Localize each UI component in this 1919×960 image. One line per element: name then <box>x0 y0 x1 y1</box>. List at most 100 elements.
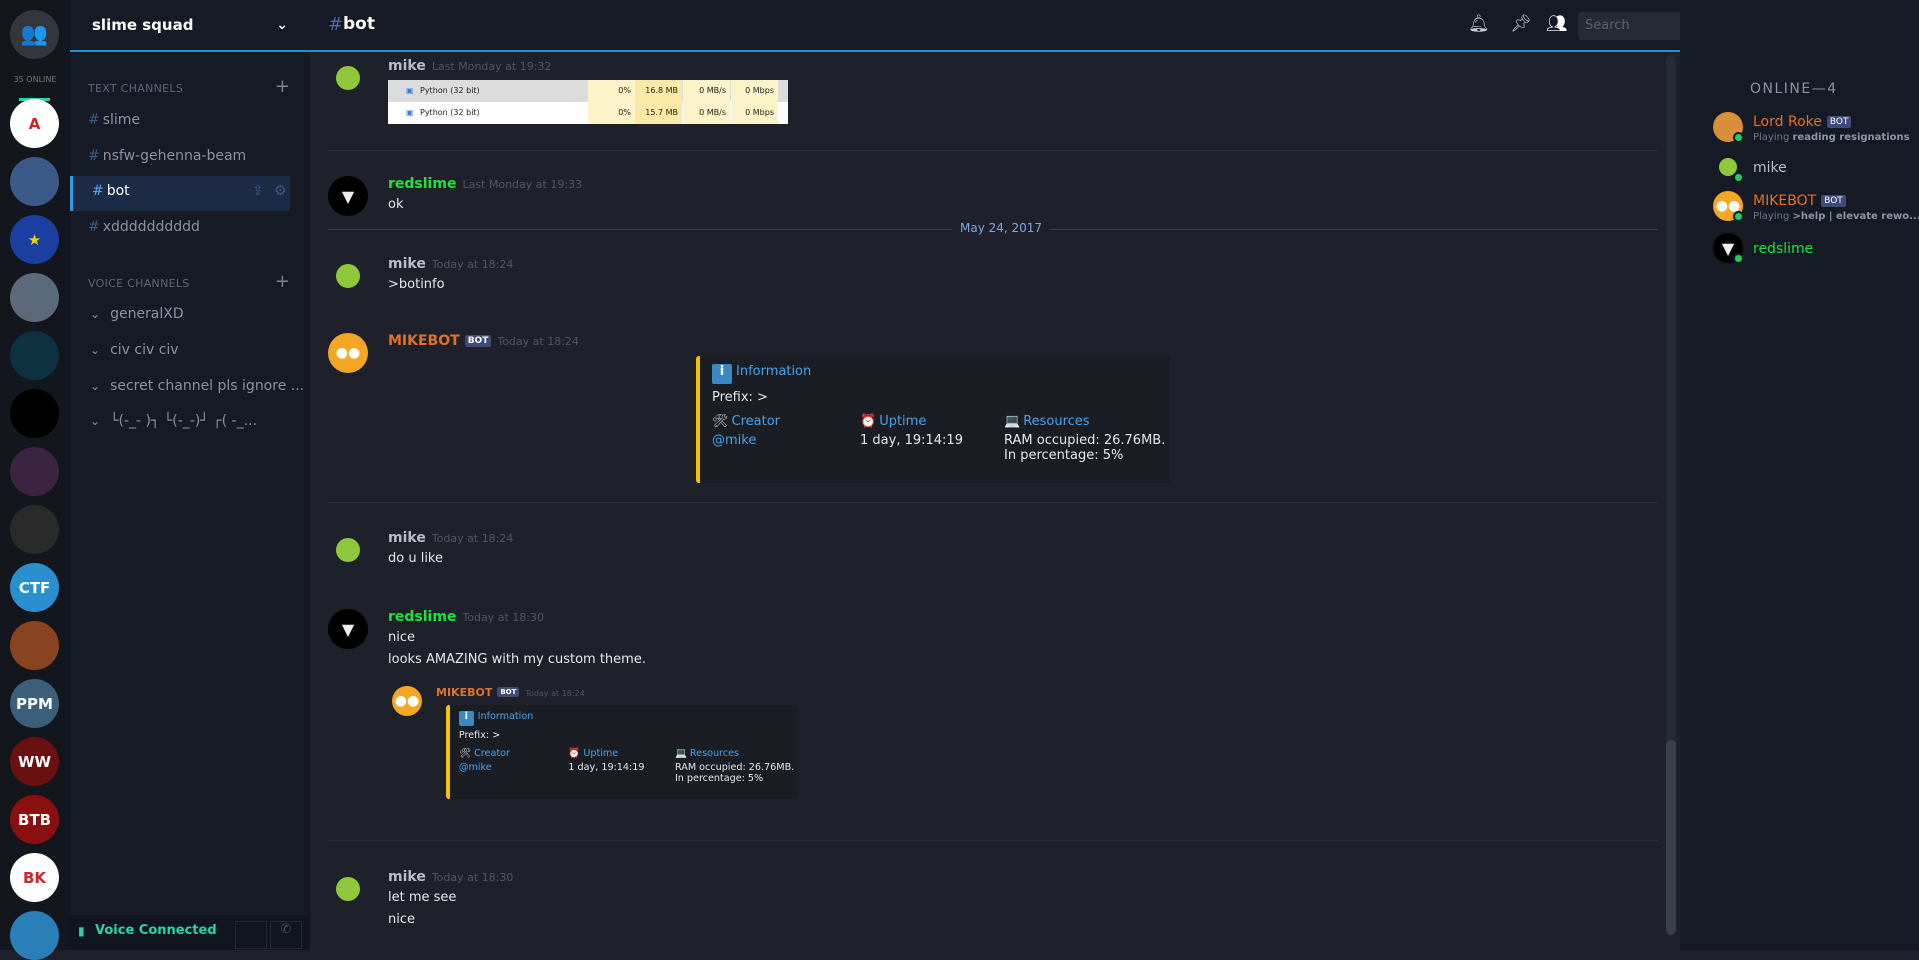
field-value: 1 day, 19:14:19 <box>860 433 963 448</box>
avatar[interactable]: ●● <box>328 333 368 373</box>
channel-3[interactable]: #xdddddddddd <box>88 219 200 235</box>
member-item[interactable]: Lord RokeBOTPlaying reading resignations <box>1713 112 1913 148</box>
server-icon[interactable]: PPM <box>10 679 59 728</box>
server-header[interactable]: slime squad⌄ <box>70 0 310 52</box>
voice-channel-2[interactable]: ⌄secret channel pls ignore ... <box>90 378 304 394</box>
author-name[interactable]: MIKEBOT <box>388 333 460 349</box>
field-name: Creator <box>732 414 781 429</box>
friends-home-button[interactable]: 👥 <box>10 10 59 59</box>
hash-icon: # <box>88 219 100 235</box>
voice-status-panel: ▮ Voice Connected ✆ <box>70 915 310 950</box>
server-icon[interactable]: BK <box>10 853 59 902</box>
avatar[interactable]: ▼ <box>328 609 368 649</box>
server-icon[interactable]: CTF <box>10 563 59 612</box>
field-value[interactable]: @mike <box>712 433 780 448</box>
embed-field: 🛠Creator@mike <box>459 748 510 773</box>
server-icon[interactable] <box>10 911 59 960</box>
online-count: 35 ONLINE <box>0 75 70 84</box>
field-name: Creator <box>474 748 510 759</box>
quoted-header: MIKEBOTBOTToday at 18:24 <box>436 686 585 699</box>
pin-icon[interactable]: 📌︎ <box>1510 14 1532 34</box>
chat-area: # bot 🔔︎ 📌︎ 👥︎ Search ⚲ @ ? – ☐ ✕ mikeLa… <box>310 0 1680 950</box>
member-item[interactable]: mike <box>1713 152 1913 188</box>
channel-sidebar: slime squad⌄ TEXT CHANNELS + #slime #nsfw… <box>70 0 310 950</box>
bot-badge: BOT <box>1821 195 1846 207</box>
gear-icon[interactable]: ⚙ <box>274 183 287 199</box>
server-icon[interactable]: BTB <box>10 795 59 844</box>
member-item[interactable]: ▼redslime <box>1713 233 1913 269</box>
server-label: ★ <box>28 231 41 249</box>
server-icon[interactable] <box>10 157 59 206</box>
bell-icon[interactable]: 🔔︎ <box>1468 14 1490 34</box>
author-name[interactable]: redslime <box>388 609 456 625</box>
voice-channel-3[interactable]: ⌄└(-_- )┐ └(-_-)┘ ┌( -_... <box>90 413 257 429</box>
server-icon[interactable] <box>10 447 59 496</box>
avatar[interactable] <box>328 869 368 909</box>
process-name: Python (32 bit) <box>420 108 480 117</box>
voice-channel-0[interactable]: ⌄generalXD <box>90 306 184 322</box>
activity-name: >help | elevate rewo... <box>1793 211 1919 222</box>
message-text: looks AMAZING with my custom theme. <box>388 652 646 667</box>
disconnect-icon[interactable]: ✆ <box>270 921 302 949</box>
message-separator <box>328 840 1658 841</box>
server-icon[interactable] <box>10 273 59 322</box>
server-rail: 👥 35 ONLINE A ★ CTF PPM WW BTB BK <box>0 0 70 950</box>
avatar[interactable] <box>328 58 368 98</box>
server-icon[interactable] <box>10 331 59 380</box>
process-row: ▣Python (32 bit)0%15.7 MB0 MB/s0 Mbps <box>388 102 788 124</box>
server-icon[interactable] <box>10 389 59 438</box>
info-icon: i <box>459 711 474 726</box>
avatar[interactable] <box>328 530 368 570</box>
python-icon: ▣ <box>406 86 414 95</box>
server-icon[interactable]: WW <box>10 737 59 786</box>
member-name-text: redslime <box>1753 241 1813 257</box>
channel-name: xdddddddddd <box>103 219 200 235</box>
avatar[interactable] <box>328 256 368 296</box>
quoted-image[interactable]: ●●MIKEBOTBOTToday at 18:24iInformationPr… <box>388 678 1088 808</box>
author-name[interactable]: mike <box>388 58 426 74</box>
process-name: Python (32 bit) <box>420 86 480 95</box>
channel-0[interactable]: #slime <box>88 112 140 128</box>
laptop-icon: 💻 <box>675 748 687 759</box>
field-value[interactable]: @mike <box>459 762 510 773</box>
process-value: 16.8 MB <box>635 80 682 102</box>
invite-icon[interactable]: ⇪ <box>252 183 264 199</box>
server-icon[interactable] <box>10 621 59 670</box>
channel-1[interactable]: #nsfw-gehenna-beam <box>88 148 246 164</box>
channel-title: bot <box>343 14 375 34</box>
avatar[interactable]: ▼ <box>328 176 368 216</box>
scrollbar-thumb[interactable] <box>1666 740 1676 935</box>
author-name[interactable]: mike <box>388 256 426 272</box>
mike-wazowski-icon <box>336 264 360 288</box>
process-value: 0 MB/s <box>683 80 730 102</box>
bot-embed: iInformationPrefix: >🛠Creator@mike⏰Uptim… <box>446 705 797 799</box>
message-header: MIKEBOTBOTToday at 18:24 <box>388 333 579 349</box>
server-icon[interactable]: ★ <box>10 215 59 264</box>
server-icon[interactable]: A <box>10 99 59 148</box>
member-name-text: MIKEBOT <box>1753 193 1816 209</box>
server-icon[interactable] <box>10 505 59 554</box>
text-channels-header[interactable]: TEXT CHANNELS <box>88 82 183 95</box>
add-text-channel-icon[interactable]: + <box>275 76 290 97</box>
field-name: Resources <box>690 748 739 759</box>
laptop-icon: 💻 <box>1004 414 1020 429</box>
members-icon[interactable]: 👥︎ <box>1546 14 1568 34</box>
add-voice-channel-icon[interactable]: + <box>275 271 290 292</box>
member-item[interactable]: ●●MIKEBOTBOTPlaying >help | elevate rewo… <box>1713 191 1913 227</box>
author-name[interactable]: mike <box>388 869 426 885</box>
voice-channel-name: └(-_- )┐ └(-_-)┘ ┌( -_... <box>110 413 257 429</box>
process-row: ▣Python (32 bit)0%16.8 MB0 MB/s0 Mbps <box>388 80 788 102</box>
avatar[interactable]: ●● <box>392 686 422 716</box>
info-button[interactable] <box>235 921 267 949</box>
message-header: redslimeToday at 18:30 <box>388 609 544 625</box>
voice-channels-header[interactable]: VOICE CHANNELS <box>88 277 190 290</box>
author-name[interactable]: mike <box>388 530 426 546</box>
timestamp: Last Monday at 19:33 <box>462 178 582 191</box>
screenshot-attachment[interactable]: ▣Python (32 bit)0%16.8 MB0 MB/s0 Mbps▣Py… <box>388 80 788 124</box>
author-name[interactable]: redslime <box>388 176 456 192</box>
member-activity: Playing reading resignations <box>1753 132 1910 143</box>
server-label: CTF <box>19 579 51 597</box>
mike-wazowski-icon <box>336 877 360 901</box>
voice-channel-1[interactable]: ⌄civ civ civ <box>90 342 179 358</box>
channel-2[interactable]: #bot⇪⚙ <box>92 183 130 199</box>
